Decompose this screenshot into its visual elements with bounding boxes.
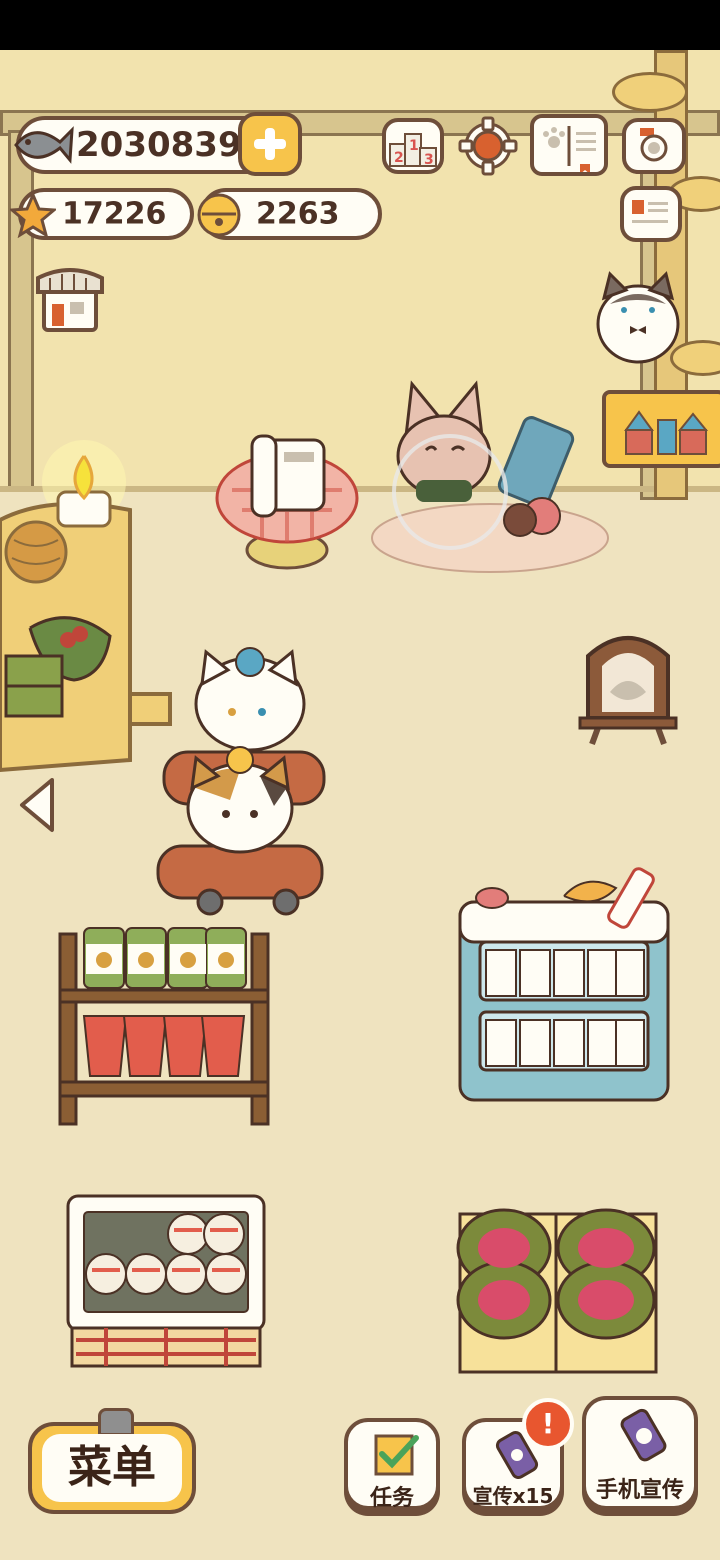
status-bar: [0, 0, 720, 50]
toy-blocks-icon: [624, 410, 709, 455]
cat-tower-platform: [612, 72, 688, 112]
tasks-button[interactable]: 任务: [344, 1418, 440, 1511]
star-count: 17226: [62, 196, 167, 232]
checklist-icon: [374, 1434, 419, 1476]
milk-fridge[interactable]: [456, 862, 692, 1104]
ranking-digit: 2: [394, 150, 404, 166]
shop-icon: [36, 268, 104, 332]
menu-label: 菜单: [68, 1442, 156, 1493]
ranking-button[interactable]: 2 1 3: [382, 118, 444, 174]
star-icon: [10, 192, 56, 238]
camera-button[interactable]: [622, 118, 686, 174]
camera-icon: [640, 128, 668, 162]
podium-icon: 2 1 3: [389, 133, 437, 168]
phone-promote-button[interactable]: 手机宣传: [582, 1396, 698, 1510]
cat-book-button[interactable]: [530, 114, 608, 176]
promote-label: 宣传x15: [472, 1484, 554, 1508]
telephone-table[interactable]: [212, 430, 362, 575]
ranking-digit: 3: [424, 152, 434, 168]
toys-sign-button[interactable]: [602, 390, 720, 468]
book-icon: [543, 126, 596, 174]
profile-card-button[interactable]: [620, 186, 682, 242]
ice-cream-cat[interactable]: [370, 380, 612, 580]
dragonfruit-crates[interactable]: [452, 1204, 662, 1376]
bell-icon: [197, 193, 241, 237]
food-shelf[interactable]: [56, 926, 272, 1128]
wall-post-left: [8, 130, 34, 490]
menu-button[interactable]: 菜单: [28, 1408, 196, 1514]
shop-button[interactable]: [34, 264, 106, 336]
phone-icon: [620, 1408, 667, 1462]
alert-badge: !: [522, 1398, 574, 1450]
tasks-label: 任务: [369, 1486, 414, 1511]
bell-count: 2263: [256, 196, 340, 232]
gear-icon: [458, 116, 518, 176]
cat-chalkboard[interactable]: [576, 626, 680, 748]
fish-count: 2030839: [76, 125, 242, 165]
cats-in-cars[interactable]: [150, 640, 346, 918]
ranking-digit: 1: [409, 138, 419, 154]
left-nav-button[interactable]: [14, 774, 62, 836]
settings-button[interactable]: [456, 114, 520, 178]
fish-icon: [14, 126, 74, 164]
phone-promote-label: 手机宣传: [595, 1478, 684, 1503]
left-arrow-icon: [20, 778, 54, 832]
exclamation-icon: !: [541, 1407, 555, 1440]
cake-case[interactable]: [66, 1194, 266, 1370]
add-fish-button[interactable]: [238, 112, 302, 176]
clipboard-clip: [98, 1408, 134, 1436]
plus-icon: [254, 128, 286, 160]
id-card-icon: [632, 200, 668, 223]
tower-cat: [596, 271, 680, 364]
